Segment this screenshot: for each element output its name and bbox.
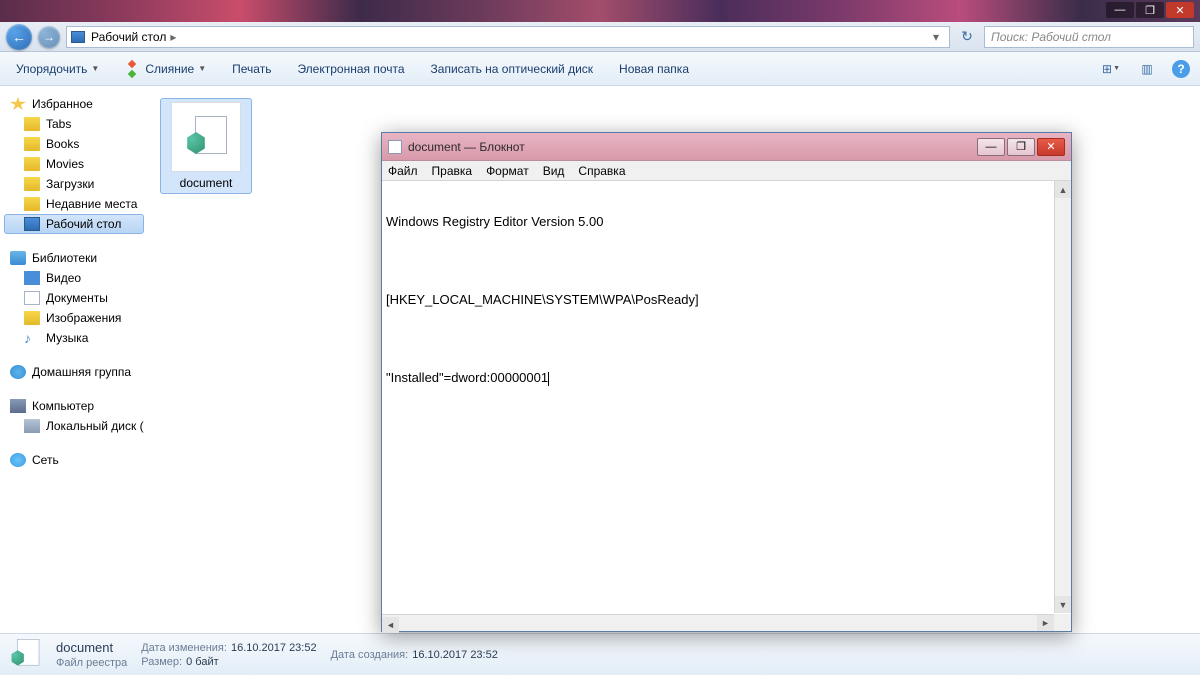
sidebar-item-video[interactable]: Видео <box>4 268 144 288</box>
folder-icon <box>24 197 40 211</box>
sidebar-item-documents[interactable]: Документы <box>4 288 144 308</box>
favorites-header[interactable]: Избранное <box>4 94 144 114</box>
notepad-titlebar[interactable]: document — Блокнот — ❐ ✕ <box>382 133 1071 161</box>
size-value: 0 байт <box>186 656 219 668</box>
folder-icon <box>24 137 40 151</box>
menu-edit[interactable]: Правка <box>432 164 473 178</box>
menu-view[interactable]: Вид <box>543 164 565 178</box>
size-label: Размер: <box>141 656 182 668</box>
text-line: [HKEY_LOCAL_MACHINE\SYSTEM\WPA\PosReady] <box>386 291 1067 309</box>
doc-icon <box>24 291 40 305</box>
folder-icon <box>24 117 40 131</box>
created-value: 16.10.2017 23:52 <box>412 649 498 661</box>
merge-menu[interactable]: Слияние▼ <box>119 57 212 81</box>
notepad-menubar: Файл Правка Формат Вид Справка <box>382 161 1071 181</box>
sidebar-item-music[interactable]: ♪Музыка <box>4 328 144 348</box>
burn-button[interactable]: Записать на оптический диск <box>425 58 600 80</box>
breadcrumb[interactable]: Рабочий стол <box>91 30 166 44</box>
explorer-toolbar: Упорядочить▼ Слияние▼ Печать Электронная… <box>0 52 1200 86</box>
address-dropdown[interactable]: ▾ <box>927 30 945 44</box>
scroll-down-button[interactable]: ▼ <box>1055 596 1071 613</box>
notepad-text-area[interactable]: Windows Registry Editor Version 5.00 [HK… <box>382 181 1071 631</box>
libraries-icon <box>10 251 26 265</box>
notepad-maximize-button[interactable]: ❐ <box>1007 138 1035 156</box>
sidebar-item-recent[interactable]: Недавние места <box>4 194 144 214</box>
network-header[interactable]: Сеть <box>4 450 144 470</box>
text-cursor <box>548 372 549 386</box>
minimize-button[interactable]: — <box>1106 2 1134 18</box>
desktop-icon <box>71 31 85 43</box>
email-button[interactable]: Электронная почта <box>291 58 410 80</box>
back-button[interactable]: ← <box>6 24 32 50</box>
search-input[interactable]: Поиск: Рабочий стол <box>984 26 1194 48</box>
maximize-button[interactable]: ❐ <box>1136 2 1164 18</box>
music-icon: ♪ <box>24 331 40 345</box>
horizontal-scrollbar[interactable]: ◄ ► <box>382 614 1054 631</box>
merge-icon <box>125 61 141 77</box>
text-line: "Installed"=dword:00000001 <box>386 369 1067 387</box>
sidebar-item-images[interactable]: Изображения <box>4 308 144 328</box>
computer-icon <box>10 399 26 413</box>
close-button[interactable]: ✕ <box>1166 2 1194 18</box>
notepad-close-button[interactable]: ✕ <box>1037 138 1065 156</box>
sidebar-item-movies[interactable]: Movies <box>4 154 144 174</box>
window-titlebar[interactable]: — ❐ ✕ <box>0 0 1200 22</box>
computer-header[interactable]: Компьютер <box>4 396 144 416</box>
sidebar-item-downloads[interactable]: Загрузки <box>4 174 144 194</box>
registry-file-icon <box>185 116 227 158</box>
film-icon <box>24 271 40 285</box>
organize-menu[interactable]: Упорядочить▼ <box>10 58 105 80</box>
network-icon <box>10 453 26 467</box>
breadcrumb-separator[interactable]: ▸ <box>170 30 176 44</box>
sidebar-item-desktop[interactable]: Рабочий стол <box>4 214 144 234</box>
folder-icon <box>24 177 40 191</box>
details-filename: document <box>56 640 127 655</box>
created-label: Дата создания: <box>331 649 409 661</box>
file-thumbnail <box>171 102 241 172</box>
details-thumbnail <box>10 639 42 671</box>
notepad-window[interactable]: document — Блокнот — ❐ ✕ Файл Правка Фор… <box>381 132 1072 632</box>
menu-file[interactable]: Файл <box>388 164 418 178</box>
details-pane: document Файл реестра Дата изменения: 16.… <box>0 633 1200 675</box>
folder-icon <box>24 157 40 171</box>
address-bar-row: ← → Рабочий стол ▸ ▾ ↻ Поиск: Рабочий ст… <box>0 22 1200 52</box>
modified-value: 16.10.2017 23:52 <box>231 642 317 654</box>
menu-help[interactable]: Справка <box>578 164 625 178</box>
views-button[interactable]: ⊞▼ <box>1100 58 1122 80</box>
details-filetype: Файл реестра <box>56 657 127 669</box>
preview-pane-button[interactable]: ▥ <box>1136 58 1158 80</box>
homegroup-header[interactable]: Домашняя группа <box>4 362 144 382</box>
new-folder-button[interactable]: Новая папка <box>613 58 695 80</box>
navigation-sidebar: Избранное Tabs Books Movies Загрузки Нед… <box>0 86 148 633</box>
help-button[interactable]: ? <box>1172 60 1190 78</box>
file-item-document[interactable]: document <box>160 98 252 194</box>
scroll-left-button[interactable]: ◄ <box>382 617 399 633</box>
refresh-button[interactable]: ↻ <box>956 26 978 48</box>
menu-format[interactable]: Формат <box>486 164 529 178</box>
registry-file-icon <box>10 639 39 668</box>
scrollbar-corner <box>1054 614 1071 631</box>
print-button[interactable]: Печать <box>226 58 277 80</box>
drive-icon <box>24 419 40 433</box>
vertical-scrollbar[interactable]: ▲ ▼ <box>1054 181 1071 613</box>
star-icon <box>10 97 26 111</box>
notepad-minimize-button[interactable]: — <box>977 138 1005 156</box>
search-placeholder: Поиск: Рабочий стол <box>991 30 1111 44</box>
notepad-title: document — Блокнот <box>408 140 975 154</box>
forward-button[interactable]: → <box>38 26 60 48</box>
sidebar-item-local-disk[interactable]: Локальный диск (C <box>4 416 144 436</box>
file-label: document <box>164 176 248 190</box>
scroll-right-button[interactable]: ► <box>1037 615 1054 631</box>
notepad-app-icon <box>388 140 402 154</box>
scroll-up-button[interactable]: ▲ <box>1055 181 1071 198</box>
libraries-header[interactable]: Библиотеки <box>4 248 144 268</box>
address-field[interactable]: Рабочий стол ▸ ▾ <box>66 26 950 48</box>
text-line: Windows Registry Editor Version 5.00 <box>386 213 1067 231</box>
homegroup-icon <box>10 365 26 379</box>
sidebar-item-books[interactable]: Books <box>4 134 144 154</box>
sidebar-item-tabs[interactable]: Tabs <box>4 114 144 134</box>
modified-label: Дата изменения: <box>141 642 227 654</box>
desktop-icon <box>24 217 40 231</box>
images-icon <box>24 311 40 325</box>
